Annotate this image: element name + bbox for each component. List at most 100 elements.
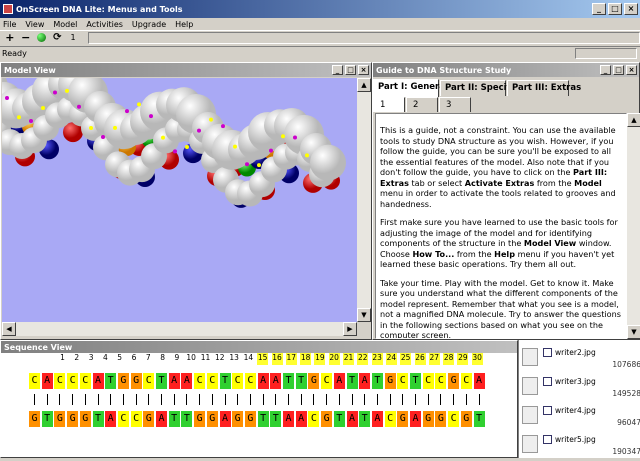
top-strand-base[interactable]: G <box>130 373 142 389</box>
bottom-strand-base[interactable]: A <box>410 411 421 427</box>
top-strand-base[interactable]: T <box>283 373 294 389</box>
file-item[interactable]: writer3.jpg 149528 <box>519 373 640 403</box>
minimize-button[interactable]: _ <box>592 3 606 15</box>
bottom-strand-base[interactable]: C <box>130 411 142 427</box>
menu-item-file[interactable]: File <box>3 20 16 29</box>
top-strand-base[interactable]: C <box>232 373 244 389</box>
bottom-strand-base[interactable]: G <box>232 411 244 427</box>
file-name[interactable]: writer5.jpg <box>555 435 596 444</box>
top-strand-base[interactable]: G <box>448 373 460 389</box>
guide-minimize-button[interactable]: _ <box>600 65 611 75</box>
top-strand-base[interactable]: C <box>422 373 434 389</box>
file-item[interactable]: writer4.jpg 96047 <box>519 402 640 432</box>
top-strand-base[interactable]: G <box>117 373 129 389</box>
top-strand-base[interactable]: C <box>54 373 66 389</box>
top-strand-base[interactable]: A <box>257 373 269 389</box>
bottom-strand-base[interactable]: T <box>270 411 282 427</box>
menu-item-model[interactable]: Model <box>53 20 77 29</box>
bottom-strand-base[interactable]: A <box>295 411 307 427</box>
model-view-hscroll[interactable]: ◀ ▶ <box>2 322 357 336</box>
bottom-strand-base[interactable]: G <box>143 411 155 427</box>
top-strand-base[interactable]: T <box>346 373 358 389</box>
top-strand-base[interactable]: T <box>105 373 117 389</box>
scroll-down-icon[interactable]: ▼ <box>627 325 640 339</box>
scroll-up-icon[interactable]: ▲ <box>627 113 640 127</box>
tab-part-1[interactable]: Part I: General <box>373 79 448 97</box>
top-strand-base[interactable]: G <box>308 373 320 389</box>
top-strand-base[interactable]: C <box>67 373 79 389</box>
bottom-strand-base[interactable]: A <box>371 411 383 427</box>
zoom-in-button[interactable]: + <box>3 31 17 45</box>
bottom-strand-base[interactable]: G <box>321 411 333 427</box>
top-strand-base[interactable]: C <box>194 373 206 389</box>
bottom-strand-base[interactable]: G <box>460 411 472 427</box>
file-name[interactable]: writer2.jpg <box>555 348 596 357</box>
menu-item-help[interactable]: Help <box>175 20 193 29</box>
color-tool-icon[interactable] <box>35 31 49 45</box>
file-name[interactable]: writer4.jpg <box>555 406 596 415</box>
guide-maximize-button[interactable]: □ <box>613 65 624 75</box>
toolbar-field[interactable] <box>87 31 640 44</box>
guide-close-button[interactable]: × <box>626 65 637 75</box>
top-strand-base[interactable]: A <box>333 373 345 389</box>
top-strand-base[interactable]: C <box>29 373 40 389</box>
file-name[interactable]: writer3.jpg <box>555 377 596 386</box>
model-canvas[interactable] <box>2 78 357 322</box>
top-strand-base[interactable]: T <box>156 373 167 389</box>
subtab-1[interactable]: 1 <box>373 97 405 112</box>
maximize-button[interactable]: □ <box>608 3 622 15</box>
scroll-up-icon[interactable]: ▲ <box>357 78 371 92</box>
rotate-button[interactable]: ⟳ <box>50 31 64 45</box>
bottom-strand-base[interactable]: T <box>359 411 371 427</box>
top-strand-base[interactable]: G <box>384 373 396 389</box>
tab-part-2[interactable]: Part II: Specific <box>440 80 518 96</box>
bottom-strand-base[interactable]: A <box>283 411 294 427</box>
bottom-strand-base[interactable]: A <box>156 411 167 427</box>
bottom-strand-base[interactable]: G <box>79 411 91 427</box>
top-strand-base[interactable]: C <box>143 373 155 389</box>
close-button[interactable]: × <box>624 3 638 15</box>
top-strand-base[interactable]: A <box>359 373 371 389</box>
tab-part-3[interactable]: Part III: Extras <box>507 80 581 96</box>
bottom-strand-base[interactable]: C <box>384 411 396 427</box>
bottom-strand-base[interactable]: G <box>206 411 218 427</box>
top-strand-base[interactable]: A <box>473 373 485 389</box>
scroll-right-icon[interactable]: ▶ <box>343 322 357 336</box>
bottom-strand-base[interactable]: A <box>346 411 358 427</box>
bottom-strand-base[interactable]: G <box>54 411 66 427</box>
top-strand-base[interactable]: A <box>92 373 104 389</box>
bottom-strand-base[interactable]: T <box>92 411 104 427</box>
bottom-strand-base[interactable]: G <box>422 411 434 427</box>
top-strand-base[interactable]: A <box>270 373 282 389</box>
top-strand-base[interactable]: A <box>181 373 193 389</box>
top-strand-base[interactable]: C <box>460 373 472 389</box>
bottom-strand-base[interactable]: G <box>194 411 206 427</box>
scroll-down-icon[interactable]: ▼ <box>357 308 371 322</box>
menu-item-view[interactable]: View <box>25 20 44 29</box>
file-item[interactable]: writer5.jpg 190347 <box>519 431 640 461</box>
bottom-strand-base[interactable]: A <box>219 411 231 427</box>
bottom-strand-base[interactable]: G <box>67 411 79 427</box>
top-strand-base[interactable]: T <box>410 373 421 389</box>
bottom-strand-base[interactable]: T <box>41 411 53 427</box>
zoom-out-button[interactable]: − <box>19 31 33 45</box>
top-strand-base[interactable]: C <box>397 373 409 389</box>
bottom-strand-base[interactable]: A <box>105 411 117 427</box>
guide-vscroll[interactable]: ▲ ▼ <box>627 113 640 339</box>
subtab-2[interactable]: 2 <box>406 97 438 112</box>
bottom-strand-base[interactable]: G <box>435 411 447 427</box>
subtab-3[interactable]: 3 <box>439 97 471 112</box>
top-strand-base[interactable]: C <box>206 373 218 389</box>
bottom-strand-base[interactable]: C <box>448 411 460 427</box>
top-strand-base[interactable]: T <box>219 373 231 389</box>
scroll-left-icon[interactable]: ◀ <box>2 322 16 336</box>
bottom-strand-base[interactable]: G <box>29 411 40 427</box>
top-strand-base[interactable]: C <box>244 373 256 389</box>
bottom-strand-base[interactable]: T <box>333 411 345 427</box>
menu-item-upgrade[interactable]: Upgrade <box>132 20 166 29</box>
model-view-vscroll[interactable]: ▲ ▼ <box>357 78 371 322</box>
bottom-strand-base[interactable]: G <box>244 411 256 427</box>
model-view-maximize-button[interactable]: □ <box>345 65 356 75</box>
top-strand-base[interactable]: T <box>295 373 307 389</box>
top-strand-base[interactable]: C <box>321 373 333 389</box>
